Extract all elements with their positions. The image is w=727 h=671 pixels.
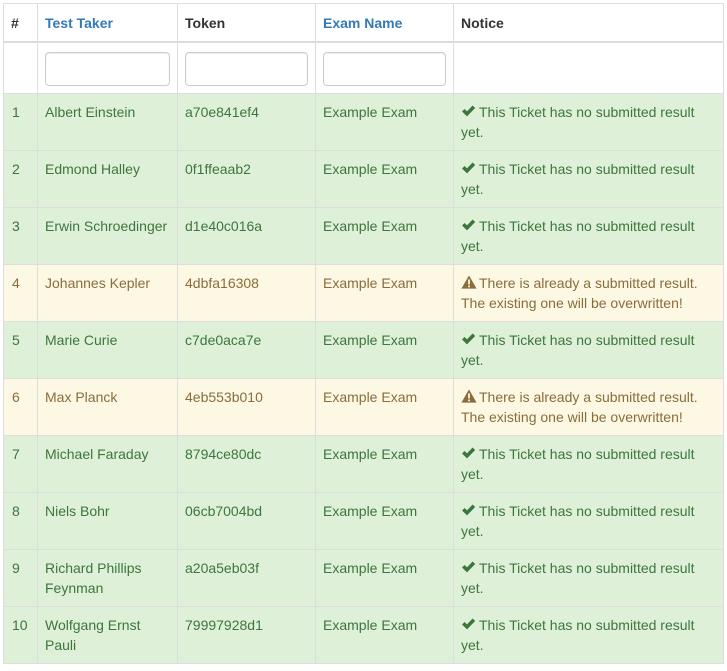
notice-cell: This Ticket has no submitted result yet. xyxy=(453,150,724,208)
table-row: 9 Richard Phillips Feynman a20a5eb03f Ex… xyxy=(3,549,724,607)
table-row: 4 Johannes Kepler 4dbfa16308 Example Exa… xyxy=(3,264,724,322)
check-icon xyxy=(461,104,476,118)
notice-text: There is already a submitted result. The… xyxy=(461,389,698,425)
row-number: 5 xyxy=(3,321,38,379)
check-icon xyxy=(461,161,476,175)
test-taker-name: Wolfgang Ernst Pauli xyxy=(37,606,178,664)
token-value: 8794ce80dc xyxy=(177,435,316,493)
check-icon xyxy=(461,218,476,232)
table-row: 1 Albert Einstein a70e841ef4 Example Exa… xyxy=(3,93,724,151)
exam-name: Example Exam xyxy=(315,207,454,265)
test-taker-name: Max Planck xyxy=(37,378,178,436)
check-icon xyxy=(461,617,476,631)
exam-name: Example Exam xyxy=(315,264,454,322)
column-header-test-taker[interactable]: Test Taker xyxy=(37,3,178,43)
warning-icon xyxy=(461,275,477,289)
notice-cell: This Ticket has no submitted result yet. xyxy=(453,435,724,493)
row-number: 3 xyxy=(3,207,38,265)
test-taker-name: Albert Einstein xyxy=(37,93,178,151)
token-value: 4dbfa16308 xyxy=(177,264,316,322)
check-icon xyxy=(461,503,476,517)
exam-name: Example Exam xyxy=(315,435,454,493)
notice-cell: There is already a submitted result. The… xyxy=(453,264,724,322)
token-value: 79997928d1 xyxy=(177,606,316,664)
notice-text: This Ticket has no submitted result yet. xyxy=(461,617,695,653)
token-value: a70e841ef4 xyxy=(177,93,316,151)
test-taker-name: Niels Bohr xyxy=(37,492,178,550)
exam-name: Example Exam xyxy=(315,150,454,208)
check-icon xyxy=(461,446,476,460)
filter-cell-empty xyxy=(3,41,38,94)
token-value: 4eb553b010 xyxy=(177,378,316,436)
notice-cell: This Ticket has no submitted result yet. xyxy=(453,207,724,265)
filter-cell xyxy=(37,41,178,94)
test-taker-name: Marie Curie xyxy=(37,321,178,379)
table-row: 10 Wolfgang Ernst Pauli 79997928d1 Examp… xyxy=(3,606,724,664)
row-number: 10 xyxy=(3,606,38,664)
table-body: 1 Albert Einstein a70e841ef4 Example Exa… xyxy=(3,93,724,664)
column-header-token: Token xyxy=(177,3,316,43)
table-row: 5 Marie Curie c7de0aca7e Example Exam Th… xyxy=(3,321,724,379)
token-value: a20a5eb03f xyxy=(177,549,316,607)
test-taker-filter-input[interactable] xyxy=(45,52,170,86)
exam-name: Example Exam xyxy=(315,321,454,379)
row-number: 4 xyxy=(3,264,38,322)
row-number: 8 xyxy=(3,492,38,550)
row-number: 2 xyxy=(3,150,38,208)
exam-name: Example Exam xyxy=(315,93,454,151)
filter-cell xyxy=(177,41,316,94)
exam-name: Example Exam xyxy=(315,606,454,664)
notice-text: This Ticket has no submitted result yet. xyxy=(461,503,695,539)
exam-name: Example Exam xyxy=(315,549,454,607)
table-row: 6 Max Planck 4eb553b010 Example Exam The… xyxy=(3,378,724,436)
test-taker-name: Michael Faraday xyxy=(37,435,178,493)
header-row: # Test Taker Token Exam Name Notice xyxy=(3,3,724,43)
column-header-exam-name[interactable]: Exam Name xyxy=(315,3,454,43)
table-row: 8 Niels Bohr 06cb7004bd Example Exam Thi… xyxy=(3,492,724,550)
column-header-number: # xyxy=(3,3,38,43)
notice-cell: This Ticket has no submitted result yet. xyxy=(453,93,724,151)
notice-text: This Ticket has no submitted result yet. xyxy=(461,104,695,140)
notice-cell: There is already a submitted result. The… xyxy=(453,378,724,436)
notice-cell: This Ticket has no submitted result yet. xyxy=(453,606,724,664)
notice-text: There is already a submitted result. The… xyxy=(461,275,698,311)
row-number: 6 xyxy=(3,378,38,436)
exam-name-filter-input[interactable] xyxy=(323,52,446,86)
table-row: 3 Erwin Schroedinger d1e40c016a Example … xyxy=(3,207,724,265)
row-number: 7 xyxy=(3,435,38,493)
column-header-notice: Notice xyxy=(453,3,724,43)
notice-text: This Ticket has no submitted result yet. xyxy=(461,332,695,368)
notice-cell: This Ticket has no submitted result yet. xyxy=(453,549,724,607)
token-value: c7de0aca7e xyxy=(177,321,316,379)
table-row: 2 Edmond Halley 0f1ffeaab2 Example Exam … xyxy=(3,150,724,208)
test-taker-name: Edmond Halley xyxy=(37,150,178,208)
notice-text: This Ticket has no submitted result yet. xyxy=(461,560,695,596)
token-value: 06cb7004bd xyxy=(177,492,316,550)
notice-cell: This Ticket has no submitted result yet. xyxy=(453,492,724,550)
filter-section xyxy=(3,41,724,94)
test-taker-name: Erwin Schroedinger xyxy=(37,207,178,265)
token-filter-input[interactable] xyxy=(185,52,308,86)
check-icon xyxy=(461,560,476,574)
filter-cell xyxy=(315,41,454,94)
row-number: 1 xyxy=(3,93,38,151)
test-taker-name: Johannes Kepler xyxy=(37,264,178,322)
exam-name: Example Exam xyxy=(315,378,454,436)
tickets-table: # Test Taker Token Exam Name Notice 1 Al… xyxy=(3,3,724,664)
test-taker-name: Richard Phillips Feynman xyxy=(37,549,178,607)
token-value: 0f1ffeaab2 xyxy=(177,150,316,208)
table-header: # Test Taker Token Exam Name Notice xyxy=(3,3,724,43)
notice-text: This Ticket has no submitted result yet. xyxy=(461,161,695,197)
row-number: 9 xyxy=(3,549,38,607)
check-icon xyxy=(461,332,476,346)
filter-row xyxy=(3,41,724,94)
notice-text: This Ticket has no submitted result yet. xyxy=(461,218,695,254)
token-value: d1e40c016a xyxy=(177,207,316,265)
warning-icon xyxy=(461,389,477,403)
notice-cell: This Ticket has no submitted result yet. xyxy=(453,321,724,379)
table-row: 7 Michael Faraday 8794ce80dc Example Exa… xyxy=(3,435,724,493)
notice-text: This Ticket has no submitted result yet. xyxy=(461,446,695,482)
exam-name: Example Exam xyxy=(315,492,454,550)
filter-cell-empty xyxy=(453,41,724,94)
